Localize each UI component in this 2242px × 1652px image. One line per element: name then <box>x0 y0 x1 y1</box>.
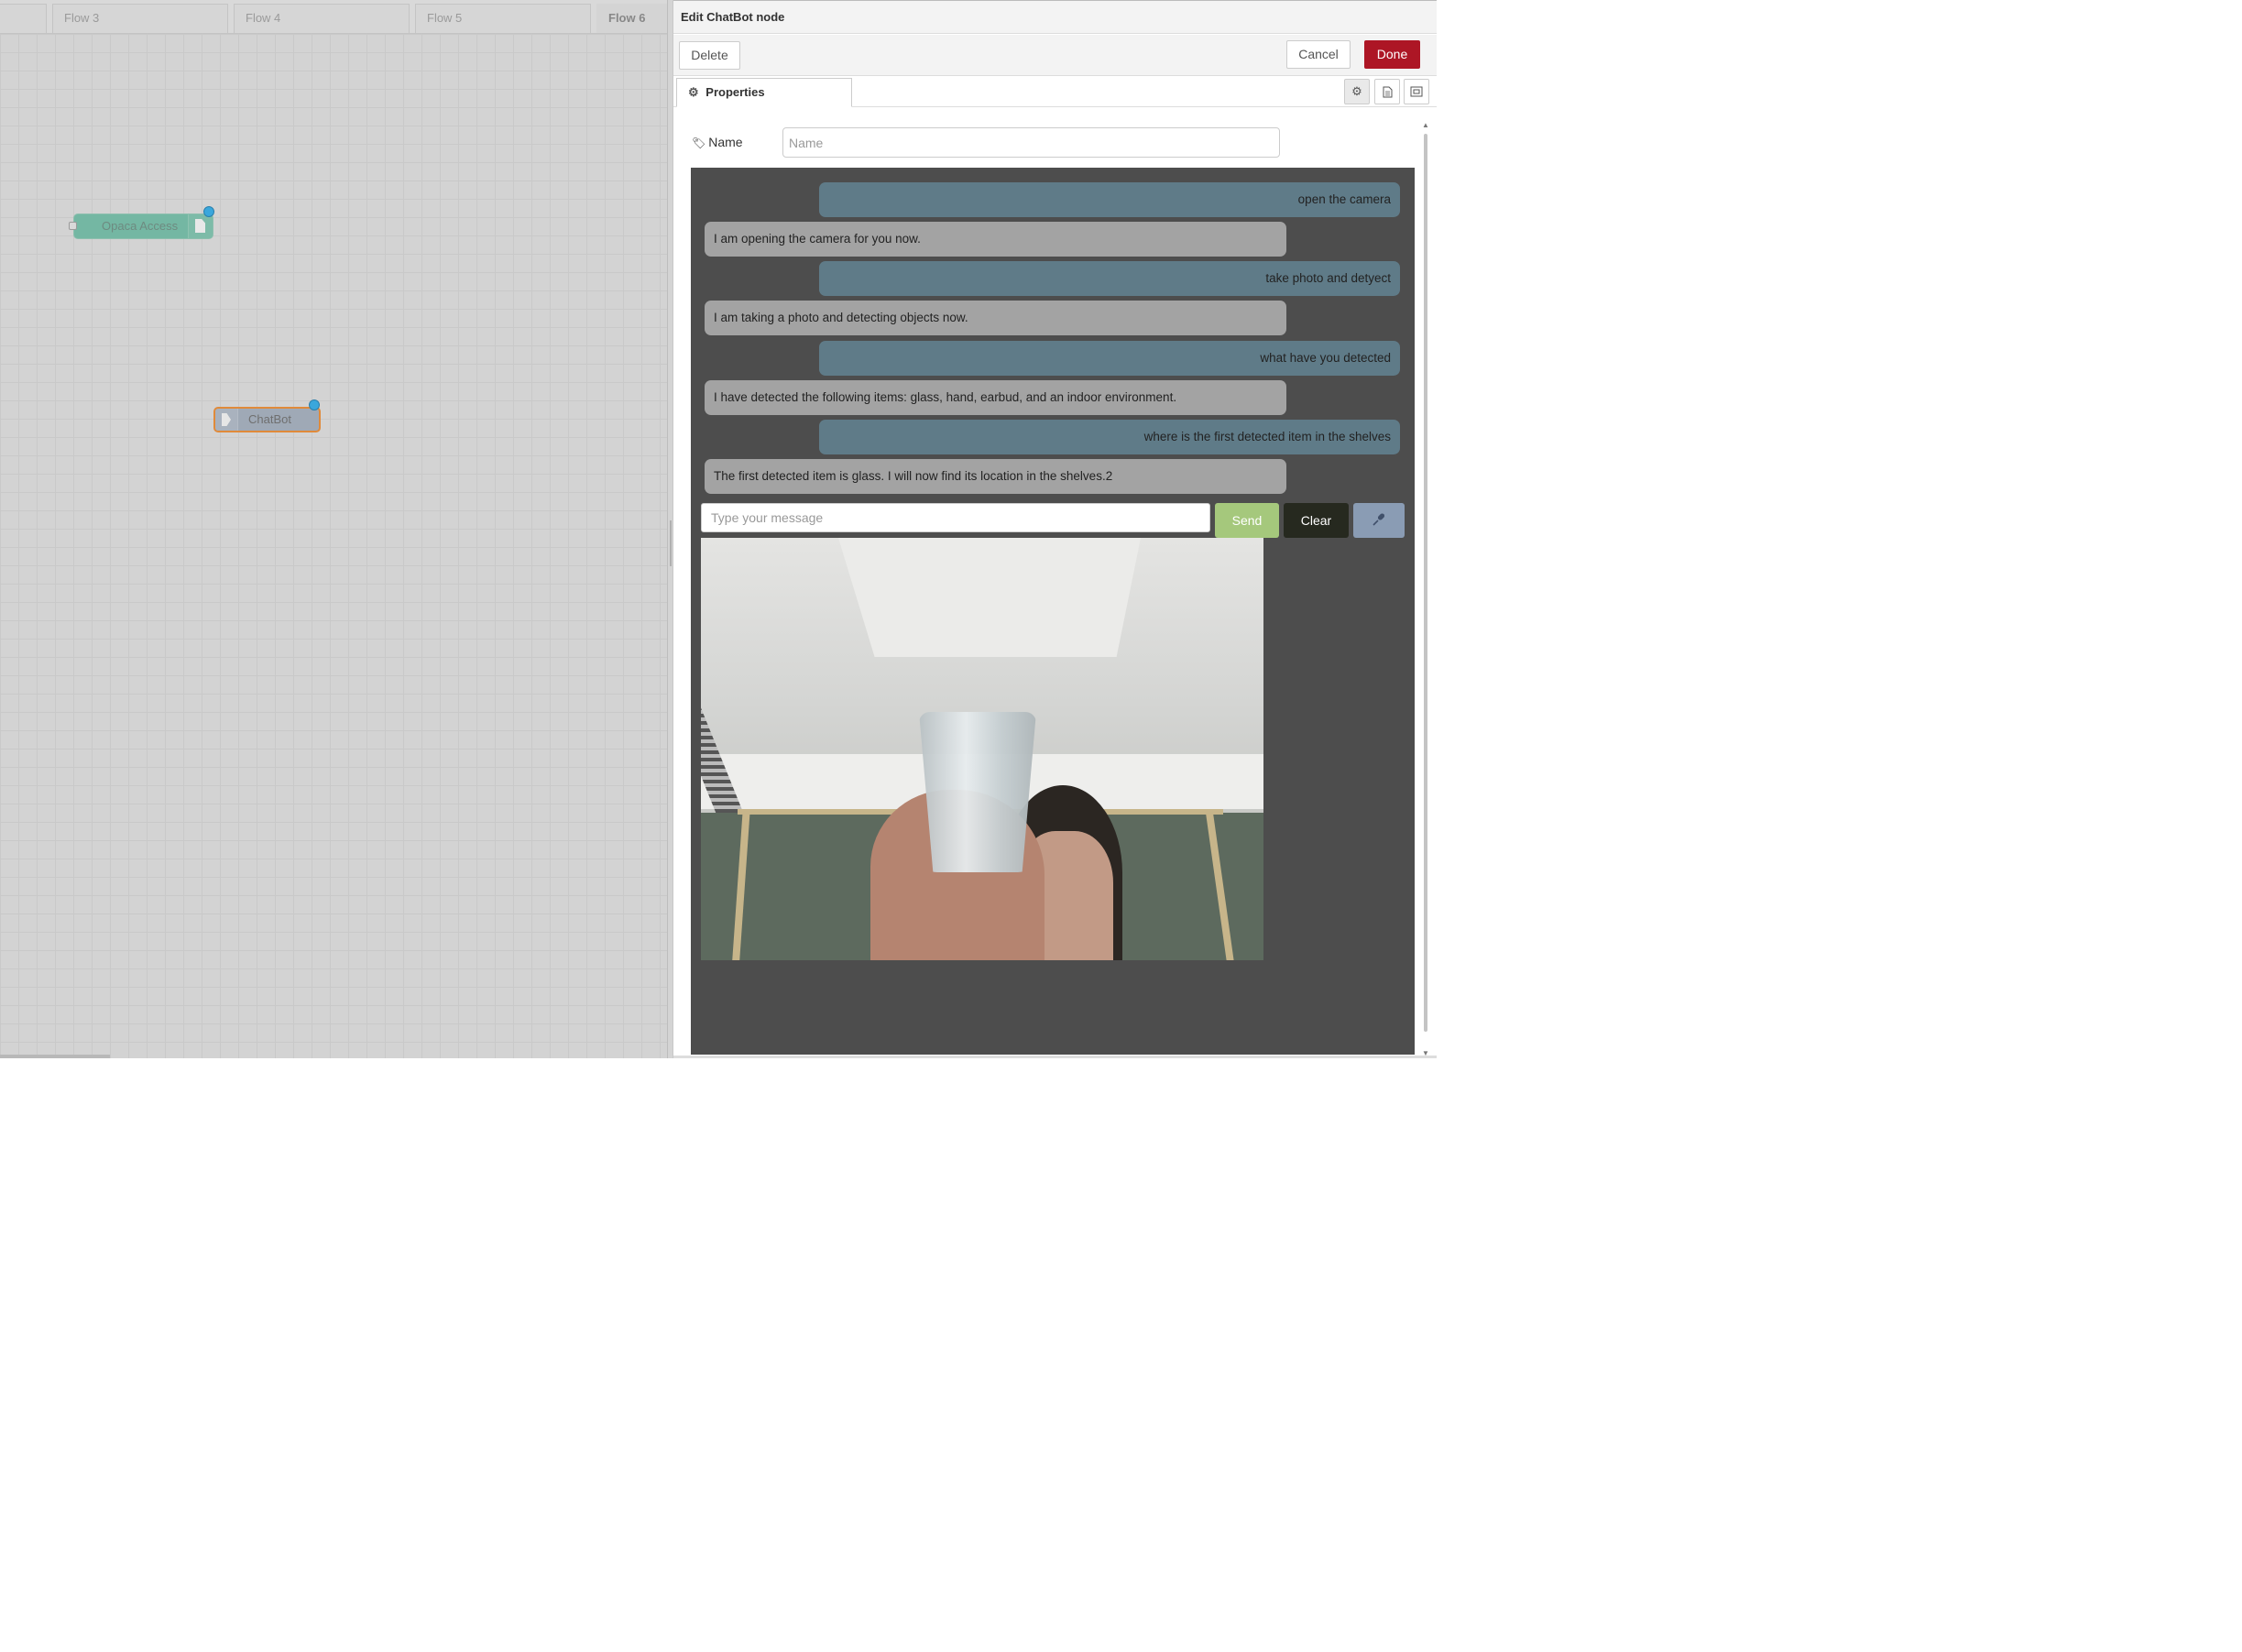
microphone-icon <box>1373 513 1385 526</box>
tab-flow-3[interactable]: Flow 3 <box>52 4 228 33</box>
tab-flow-4[interactable]: Flow 4 <box>234 4 410 33</box>
bot-message: I have detected the following items: gla… <box>705 380 1286 415</box>
flow-tab-bar: Flow 3 Flow 4 Flow 5 Flow 6 <box>0 0 667 34</box>
changed-status-dot <box>309 399 320 410</box>
name-label: 🏷 Name <box>692 135 743 149</box>
tag-icon: 🏷 <box>692 137 706 149</box>
bot-message: The first detected item is glass. I will… <box>705 459 1286 494</box>
chatbot-node[interactable]: ChatBot <box>213 399 321 432</box>
camera-glass <box>919 712 1036 872</box>
camera-skylight <box>838 538 1141 657</box>
tab-flow-5[interactable]: Flow 5 <box>415 4 591 33</box>
camera-snapshot <box>701 538 1263 960</box>
cancel-button[interactable]: Cancel <box>1286 40 1351 69</box>
input-port[interactable] <box>69 222 77 230</box>
name-label-text: Name <box>708 135 743 149</box>
description-tab-button[interactable] <box>1374 79 1400 104</box>
delete-button[interactable]: Delete <box>679 41 740 70</box>
tray-tabs: ⚙ Properties ⚙ <box>673 76 1437 107</box>
appearance-tab-button[interactable] <box>1404 79 1429 104</box>
chat-panel: open the camera I am opening the camera … <box>691 168 1415 1055</box>
name-input[interactable] <box>782 127 1280 158</box>
changed-status-dot <box>203 206 214 217</box>
appearance-icon <box>1410 86 1423 97</box>
tab-flow-partial[interactable] <box>0 4 47 33</box>
document-icon <box>1383 86 1392 98</box>
splitter-grip[interactable] <box>670 520 672 566</box>
settings-tab-button[interactable]: ⚙ <box>1344 79 1370 104</box>
arrow-icon <box>222 413 231 426</box>
tab-flow-6[interactable]: Flow 6 <box>596 4 667 33</box>
user-message: open the camera <box>819 182 1400 217</box>
edit-tray: Edit ChatBot node Delete Cancel Done ⚙ P… <box>673 0 1437 1058</box>
tray-toolbar: Delete Cancel Done <box>673 35 1437 76</box>
user-message: take photo and detyect <box>819 261 1400 296</box>
vertical-scrollbar[interactable]: ▲ ▼ <box>1422 121 1429 1059</box>
tray-bottom-border <box>673 1056 1437 1058</box>
clear-button[interactable]: Clear <box>1284 503 1349 538</box>
user-message: where is the first detected item in the … <box>819 420 1400 454</box>
tray-body: 🏷Name open the camera I am opening the c… <box>673 107 1437 1059</box>
horizontal-scrollbar[interactable] <box>0 1055 110 1058</box>
send-button[interactable]: Send <box>1215 503 1279 538</box>
bot-message: I am opening the camera for you now. <box>705 222 1286 257</box>
tab-properties[interactable]: ⚙ Properties <box>676 78 852 107</box>
scrollbar-thumb[interactable] <box>1424 134 1427 1032</box>
flow-workspace: Flow 3 Flow 4 Flow 5 Flow 6 Opaca Access… <box>0 0 667 1058</box>
document-icon <box>195 219 205 233</box>
message-input[interactable] <box>701 503 1210 532</box>
node-icon-box <box>188 214 213 238</box>
bot-message: I am taking a photo and detecting object… <box>705 301 1286 335</box>
opaca-access-node[interactable]: Opaca Access <box>69 206 214 239</box>
tray-title: Edit ChatBot node <box>673 1 1437 34</box>
gear-icon: ⚙ <box>688 85 699 99</box>
user-message: what have you detected <box>819 341 1400 376</box>
flow-canvas[interactable] <box>0 34 667 1058</box>
node-icon-box <box>215 409 238 431</box>
node-label: Opaca Access <box>102 219 179 233</box>
scroll-up-icon[interactable]: ▲ <box>1422 121 1429 129</box>
node-label: ChatBot <box>248 412 291 426</box>
panel-splitter[interactable] <box>667 0 673 1058</box>
tab-properties-label: Properties <box>705 85 765 99</box>
microphone-button[interactable] <box>1353 503 1405 538</box>
gear-icon: ⚙ <box>1351 84 1362 98</box>
done-button[interactable]: Done <box>1364 40 1420 69</box>
